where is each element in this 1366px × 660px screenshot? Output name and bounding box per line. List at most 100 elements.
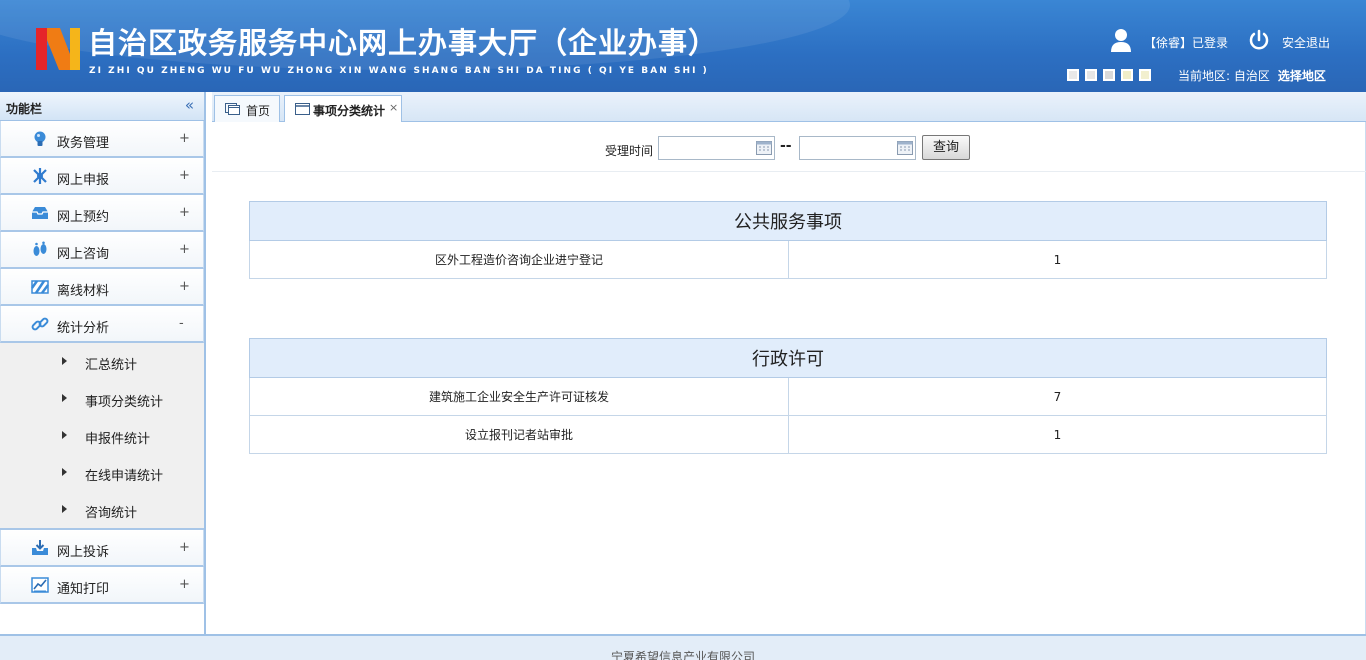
skin-swatch-1[interactable]: [1067, 69, 1079, 81]
expand-sign: +: [179, 279, 190, 294]
title-pinyin: ZI ZHI QU ZHENG WU FU WU ZHONG XIN WANG …: [89, 66, 709, 76]
menu-item-consult[interactable]: 网上咨询 +: [0, 232, 204, 269]
skin-swatch-5[interactable]: [1139, 69, 1151, 81]
item-count: 7: [788, 377, 1327, 416]
table-row: 设立报刊记者站审批 1: [249, 415, 1327, 454]
menu-item-appointment[interactable]: 网上预约 +: [0, 195, 204, 232]
menu-label: 网上咨询: [57, 247, 110, 262]
section-title: 行政许可: [249, 338, 1327, 378]
tab-label: 首页: [246, 104, 271, 118]
logo-icon: [36, 28, 80, 70]
menu-item-offline-material[interactable]: 离线材料 +: [0, 269, 204, 306]
arrow-right-icon: [62, 357, 67, 365]
item-count: 1: [788, 240, 1327, 279]
menu-label: 统计分析: [57, 321, 110, 336]
admin-license-table: 行政许可 建筑施工企业安全生产许可证核发 7 设立报刊记者站审批 1: [249, 338, 1327, 454]
accept-time-label: 受理时间: [605, 144, 654, 158]
logout-link[interactable]: 安全退出: [1282, 34, 1330, 51]
menu-item-statistics[interactable]: 统计分析 -: [0, 306, 204, 343]
submenu-item-declarations[interactable]: 申报件统计: [0, 417, 204, 454]
expand-sign: +: [179, 577, 190, 592]
submenu-label: 申报件统计: [85, 432, 151, 447]
menu-item-complaint[interactable]: 网上投诉 +: [0, 530, 204, 567]
public-service-table: 公共服务事项 区外工程造价咨询企业进宁登记 1: [249, 201, 1327, 279]
item-name: 区外工程造价咨询企业进宁登记: [249, 240, 789, 279]
sidebar: 功能栏 « 政务管理 + 网上申报 + 网上预约 + 网上咨询 + 离线材料 +…: [0, 92, 206, 635]
menu-label: 通知打印: [57, 582, 110, 597]
region-info: 当前地区: 自治区 选择地区: [1178, 67, 1326, 84]
footer-company: 宁夏希望信息产业有限公司: [610, 650, 755, 660]
main-content: 受理时间 -- 查询 公共服务事项 区外工程造价咨询企业进宁登记 1 行政许可 …: [212, 122, 1366, 634]
expand-sign: +: [179, 540, 190, 555]
tab-close-icon[interactable]: ×: [389, 101, 398, 114]
item-count: 1: [788, 415, 1327, 454]
collapse-sidebar-icon[interactable]: «: [185, 96, 194, 114]
tab-category-stats[interactable]: 事项分类统计 ×: [284, 95, 402, 123]
arrow-right-icon: [62, 505, 67, 513]
date-separator: --: [780, 138, 792, 154]
bulb-icon: [34, 131, 46, 146]
menu-label: 网上预约: [57, 210, 110, 225]
table-row: 建筑施工企业安全生产许可证核发 7: [249, 377, 1327, 416]
chart-icon: [31, 577, 49, 593]
submenu-label: 咨询统计: [85, 506, 138, 521]
table-row: 区外工程造价咨询企业进宁登记 1: [249, 240, 1327, 279]
calendar-icon[interactable]: [756, 141, 772, 155]
sidebar-title: 功能栏: [6, 102, 43, 116]
tab-label: 事项分类统计: [313, 104, 386, 118]
window-icon: [225, 103, 240, 115]
submenu-item-online-applications[interactable]: 在线申请统计: [0, 454, 204, 491]
download-tray-icon: [32, 540, 48, 555]
power-icon[interactable]: [1248, 29, 1270, 51]
window-icon: [295, 103, 310, 115]
menu-item-affairs[interactable]: 政务管理 +: [0, 121, 204, 158]
footer: 宁夏希望信息产业有限公司: [0, 634, 1366, 660]
link-icon: [31, 317, 49, 331]
skin-swatch-3[interactable]: [1103, 69, 1115, 81]
barrier-icon: [31, 280, 49, 294]
menu-item-online-declare[interactable]: 网上申报 +: [0, 158, 204, 195]
header-banner: 自治区政务服务中心网上办事大厅（企业办事） ZI ZHI QU ZHENG WU…: [0, 0, 1366, 92]
expand-sign: +: [179, 168, 190, 183]
current-region: 当前地区: 自治区: [1178, 69, 1270, 83]
tab-bar: 首页 事项分类统计 ×: [212, 92, 1366, 123]
network-icon: [33, 168, 47, 184]
expand-sign: +: [179, 205, 190, 220]
menu-label: 政务管理: [57, 136, 110, 151]
user-icon: [1111, 29, 1131, 52]
query-button[interactable]: 查询: [922, 135, 970, 160]
arrow-right-icon: [62, 394, 67, 402]
menu-label: 网上投诉: [57, 545, 110, 560]
footprint-icon: [33, 241, 47, 256]
end-date-input[interactable]: [799, 136, 916, 160]
skin-swatch-4[interactable]: [1121, 69, 1133, 81]
submenu-label: 在线申请统计: [85, 469, 164, 484]
submenu-label: 事项分类统计: [85, 395, 164, 410]
tray-icon: [32, 207, 48, 219]
skin-swatch-2[interactable]: [1085, 69, 1097, 81]
submenu-item-consult-stats[interactable]: 咨询统计: [0, 491, 204, 528]
query-bar: 受理时间 -- 查询: [212, 122, 1366, 172]
submenu-item-summary[interactable]: 汇总统计: [0, 343, 204, 380]
page-title: 自治区政务服务中心网上办事大厅（企业办事）: [88, 26, 719, 60]
menu-label: 网上申报: [57, 173, 110, 188]
skin-selector: [1067, 69, 1157, 83]
submenu-item-category[interactable]: 事项分类统计: [0, 380, 204, 417]
login-status: 【徐睿】已登录: [1144, 36, 1229, 50]
item-name: 建筑施工企业安全生产许可证核发: [249, 377, 789, 416]
start-date-input[interactable]: [658, 136, 775, 160]
statistics-submenu: 汇总统计 事项分类统计 申报件统计 在线申请统计 咨询统计: [0, 343, 204, 530]
choose-region-link[interactable]: 选择地区: [1278, 69, 1326, 83]
expand-sign: +: [179, 242, 190, 257]
menu-item-notice-print[interactable]: 通知打印 +: [0, 567, 204, 604]
expand-sign: +: [179, 131, 190, 146]
submenu-label: 汇总统计: [85, 358, 138, 373]
arrow-right-icon: [62, 468, 67, 476]
item-name: 设立报刊记者站审批: [249, 415, 789, 454]
collapse-sign: -: [179, 316, 184, 331]
arrow-right-icon: [62, 431, 67, 439]
calendar-icon[interactable]: [897, 141, 913, 155]
sidebar-header: 功能栏 «: [0, 92, 204, 121]
section-title: 公共服务事项: [249, 201, 1327, 241]
tab-home[interactable]: 首页: [214, 95, 280, 122]
